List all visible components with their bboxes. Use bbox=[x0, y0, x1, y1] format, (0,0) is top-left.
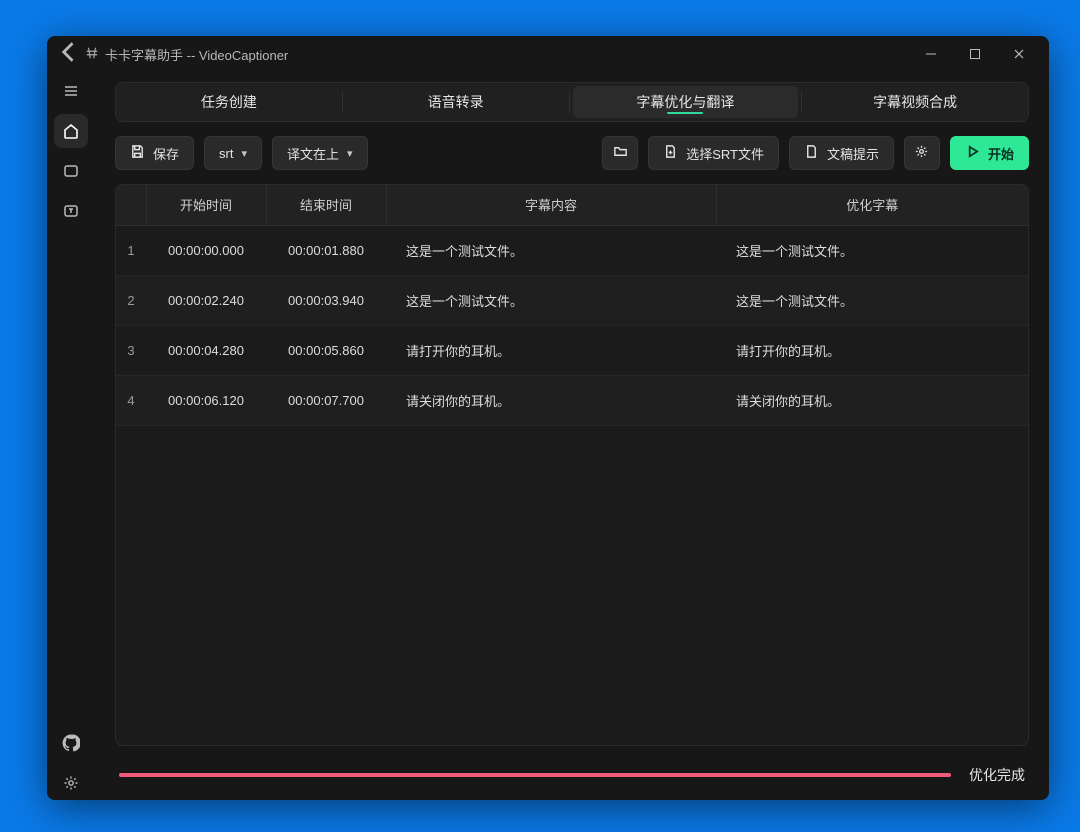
col-header-content: 字幕内容 bbox=[386, 185, 716, 225]
app-window: 卡卡字幕助手 -- VideoCaptioner bbox=[47, 36, 1049, 800]
cell-content[interactable]: 请打开你的耳机。 bbox=[386, 325, 716, 375]
cell-end[interactable]: 00:00:05.860 bbox=[266, 325, 386, 375]
cell-optimized[interactable]: 请打开你的耳机。 bbox=[716, 325, 1028, 375]
open-folder-button[interactable] bbox=[602, 136, 638, 170]
back-button[interactable] bbox=[55, 38, 83, 71]
tab-transcription[interactable]: 语音转录 bbox=[343, 83, 569, 121]
sidebar-item-settings[interactable] bbox=[54, 766, 88, 800]
app-icon bbox=[85, 46, 99, 63]
start-button[interactable]: 开始 bbox=[950, 136, 1029, 170]
chevron-down-icon: ▾ bbox=[347, 147, 353, 160]
cell-end[interactable]: 00:00:01.880 bbox=[266, 225, 386, 275]
col-header-optimized: 优化字幕 bbox=[716, 185, 1028, 225]
workflow-tabs: 任务创建 语音转录 字幕优化与翻译 字幕视频合成 bbox=[115, 82, 1029, 122]
sidebar-item-github[interactable] bbox=[54, 726, 88, 760]
footer: 优化完成 bbox=[95, 756, 1049, 800]
titlebar: 卡卡字幕助手 -- VideoCaptioner bbox=[47, 36, 1049, 72]
table-row[interactable]: 200:00:02.24000:00:03.940这是一个测试文件。这是一个测试… bbox=[116, 275, 1028, 325]
layout-dropdown[interactable]: 译文在上 ▾ bbox=[272, 136, 368, 170]
play-icon bbox=[965, 144, 980, 162]
table-row[interactable]: 100:00:00.00000:00:01.880这是一个测试文件。这是一个测试… bbox=[116, 225, 1028, 275]
save-icon bbox=[130, 144, 145, 162]
menu-toggle[interactable] bbox=[54, 74, 88, 108]
document-icon bbox=[804, 144, 819, 162]
cell-start[interactable]: 00:00:06.120 bbox=[146, 375, 266, 425]
cell-optimized[interactable]: 这是一个测试文件。 bbox=[716, 225, 1028, 275]
select-srt-label: 选择SRT文件 bbox=[686, 144, 764, 163]
cell-optimized[interactable]: 这是一个测试文件。 bbox=[716, 275, 1028, 325]
window-title: 卡卡字幕助手 -- VideoCaptioner bbox=[105, 45, 288, 64]
layout-label: 译文在上 bbox=[287, 144, 339, 163]
save-button[interactable]: 保存 bbox=[115, 136, 194, 170]
cell-optimized[interactable]: 请关闭你的耳机。 bbox=[716, 375, 1028, 425]
settings-button[interactable] bbox=[904, 136, 940, 170]
sidebar-item-home[interactable] bbox=[54, 114, 88, 148]
cell-end[interactable]: 00:00:03.940 bbox=[266, 275, 386, 325]
cell-start[interactable]: 00:00:04.280 bbox=[146, 325, 266, 375]
file-add-icon bbox=[663, 144, 678, 162]
table-row[interactable]: 300:00:04.28000:00:05.860请打开你的耳机。请打开你的耳机… bbox=[116, 325, 1028, 375]
prompt-button[interactable]: 文稿提示 bbox=[789, 136, 894, 170]
folder-icon bbox=[613, 144, 628, 162]
close-button[interactable] bbox=[997, 38, 1041, 70]
maximize-button[interactable] bbox=[953, 38, 997, 70]
prompt-label: 文稿提示 bbox=[827, 144, 879, 163]
chevron-down-icon: ▾ bbox=[241, 147, 247, 160]
cell-content[interactable]: 这是一个测试文件。 bbox=[386, 225, 716, 275]
cell-start[interactable]: 00:00:00.000 bbox=[146, 225, 266, 275]
cell-index: 2 bbox=[116, 275, 146, 325]
col-header-index bbox=[116, 185, 146, 225]
gear-icon bbox=[914, 144, 929, 162]
main-area: 任务创建 语音转录 字幕优化与翻译 字幕视频合成 保存 srt ▾ 译文在上 bbox=[95, 72, 1049, 800]
cell-content[interactable]: 这是一个测试文件。 bbox=[386, 275, 716, 325]
cell-content[interactable]: 请关闭你的耳机。 bbox=[386, 375, 716, 425]
tab-optimize-translate[interactable]: 字幕优化与翻译 bbox=[573, 86, 799, 118]
save-label: 保存 bbox=[153, 144, 179, 163]
subtitle-table: 开始时间 结束时间 字幕内容 优化字幕 100:00:00.00000:00:0… bbox=[115, 184, 1029, 746]
col-header-start: 开始时间 bbox=[146, 185, 266, 225]
minimize-button[interactable] bbox=[909, 38, 953, 70]
cell-index: 3 bbox=[116, 325, 146, 375]
select-srt-button[interactable]: 选择SRT文件 bbox=[648, 136, 779, 170]
progress-bar bbox=[119, 773, 951, 777]
format-dropdown[interactable]: srt ▾ bbox=[204, 136, 262, 170]
start-label: 开始 bbox=[988, 144, 1014, 163]
status-text: 优化完成 bbox=[969, 765, 1025, 785]
col-header-end: 结束时间 bbox=[266, 185, 386, 225]
sidebar bbox=[47, 72, 95, 800]
sidebar-item-text[interactable] bbox=[54, 194, 88, 228]
tab-task-create[interactable]: 任务创建 bbox=[116, 83, 342, 121]
tab-synthesis[interactable]: 字幕视频合成 bbox=[802, 83, 1028, 121]
cell-index: 1 bbox=[116, 225, 146, 275]
table-row[interactable]: 400:00:06.12000:00:07.700请关闭你的耳机。请关闭你的耳机… bbox=[116, 375, 1028, 425]
toolbar: 保存 srt ▾ 译文在上 ▾ 选择SRT文件 bbox=[115, 136, 1029, 170]
cell-start[interactable]: 00:00:02.240 bbox=[146, 275, 266, 325]
cell-index: 4 bbox=[116, 375, 146, 425]
sidebar-item-subtitle[interactable] bbox=[54, 154, 88, 188]
format-label: srt bbox=[219, 146, 233, 161]
cell-end[interactable]: 00:00:07.700 bbox=[266, 375, 386, 425]
